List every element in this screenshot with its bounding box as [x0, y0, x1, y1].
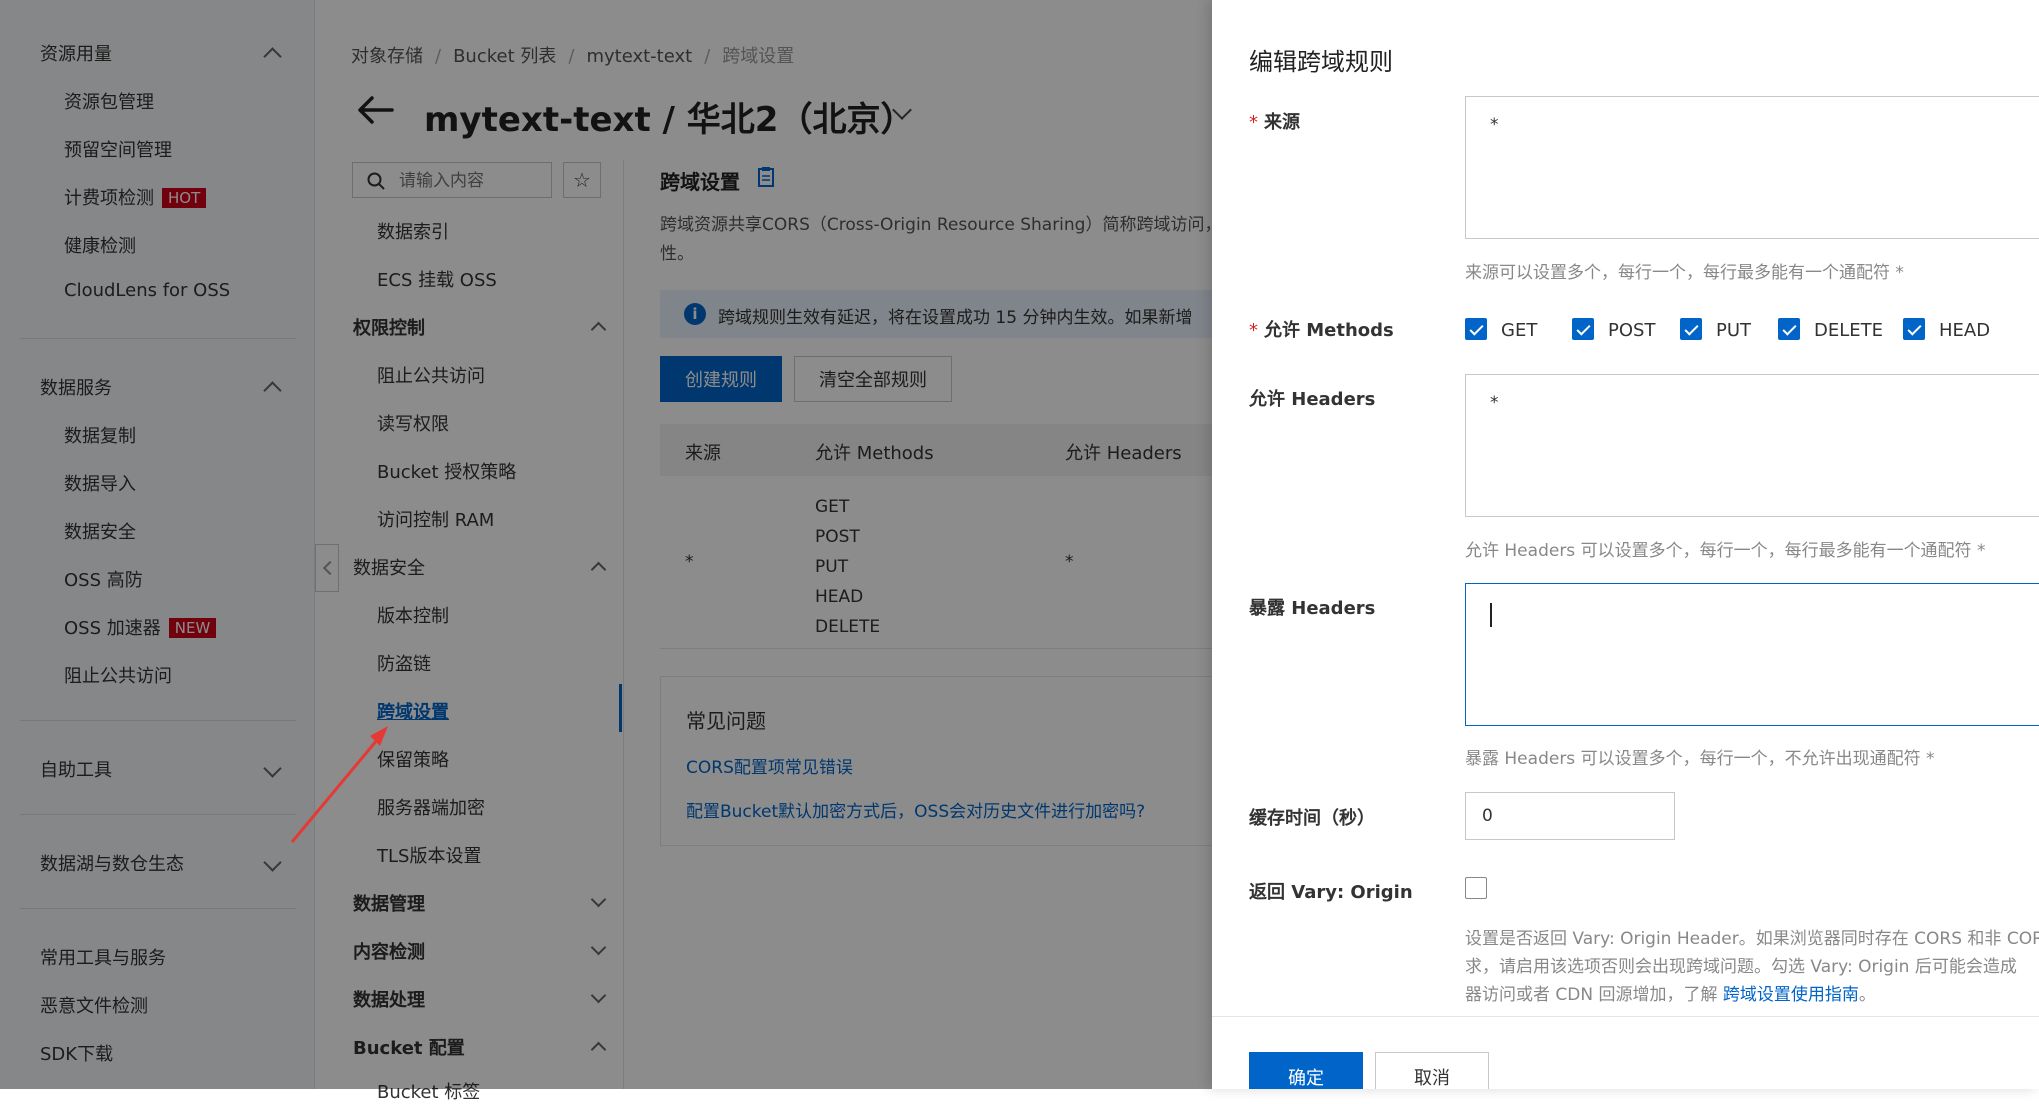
method-post-label: POST: [1608, 320, 1656, 341]
method-delete-checkbox[interactable]: [1778, 318, 1800, 340]
cache-time-input[interactable]: 0: [1465, 792, 1675, 840]
cache-time-label: 缓存时间（秒）: [1249, 808, 1375, 829]
text-cursor: [1490, 603, 1492, 627]
cors-guide-link[interactable]: 跨域设置使用指南: [1723, 985, 1859, 1005]
modal-mask[interactable]: [0, 0, 1212, 1089]
source-label: * 来源: [1249, 112, 1300, 133]
vary-origin-checkbox[interactable]: [1465, 877, 1487, 899]
vary-desc-text: 。: [1858, 985, 1876, 1005]
confirm-button[interactable]: 确定: [1249, 1052, 1363, 1089]
cancel-button[interactable]: 取消: [1375, 1052, 1489, 1089]
vary-origin-desc: 设置是否返回 Vary: Origin Header。如果浏览器同时存在 COR…: [1465, 929, 2039, 949]
headers-hint: 允许 Headers 可以设置多个，每行一个，每行最多能有一个通配符 *: [1465, 541, 1986, 561]
edit-cors-drawer: 编辑跨域规则 * 来源 * 来源可以设置多个，每行一个，每行最多能有一个通配符 *…: [1212, 0, 2039, 1089]
headers-label: 允许 Headers: [1249, 389, 1376, 410]
method-get-checkbox[interactable]: [1465, 318, 1487, 340]
vary-origin-desc: 求，请启用该选项否则会出现跨域问题。勾选 Vary: Origin 后可能会造成: [1465, 957, 2017, 977]
expose-headers-textarea[interactable]: [1465, 583, 2039, 726]
annotation-arrow-icon: [290, 726, 388, 843]
expose-headers-hint: 暴露 Headers 可以设置多个，每行一个，不允许出现通配符 *: [1465, 749, 1935, 769]
method-put-label: PUT: [1716, 320, 1752, 341]
headers-textarea[interactable]: *: [1465, 374, 2039, 517]
method-post-checkbox[interactable]: [1572, 318, 1594, 340]
source-label-text: 来源: [1264, 112, 1300, 133]
methods-label-text: 允许 Methods: [1264, 320, 1394, 341]
vary-origin-label: 返回 Vary: Origin: [1249, 882, 1413, 903]
footer-divider: [1212, 1016, 2039, 1017]
source-hint: 来源可以设置多个，每行一个，每行最多能有一个通配符 *: [1465, 263, 1904, 283]
method-head-checkbox[interactable]: [1903, 318, 1925, 340]
method-get-label: GET: [1501, 320, 1538, 341]
method-delete-label: DELETE: [1814, 320, 1884, 341]
source-textarea[interactable]: *: [1465, 96, 2039, 239]
vary-origin-desc: 器访问或者 CDN 回源增加，了解 跨域设置使用指南。: [1465, 980, 1876, 1005]
vary-desc-text: 器访问或者 CDN 回源增加，了解: [1465, 985, 1723, 1005]
drawer-title: 编辑跨域规则: [1249, 48, 1393, 76]
method-head-label: HEAD: [1939, 320, 1991, 341]
methods-label: * 允许 Methods: [1249, 320, 1394, 341]
expose-headers-label: 暴露 Headers: [1249, 598, 1376, 619]
method-put-checkbox[interactable]: [1680, 318, 1702, 340]
